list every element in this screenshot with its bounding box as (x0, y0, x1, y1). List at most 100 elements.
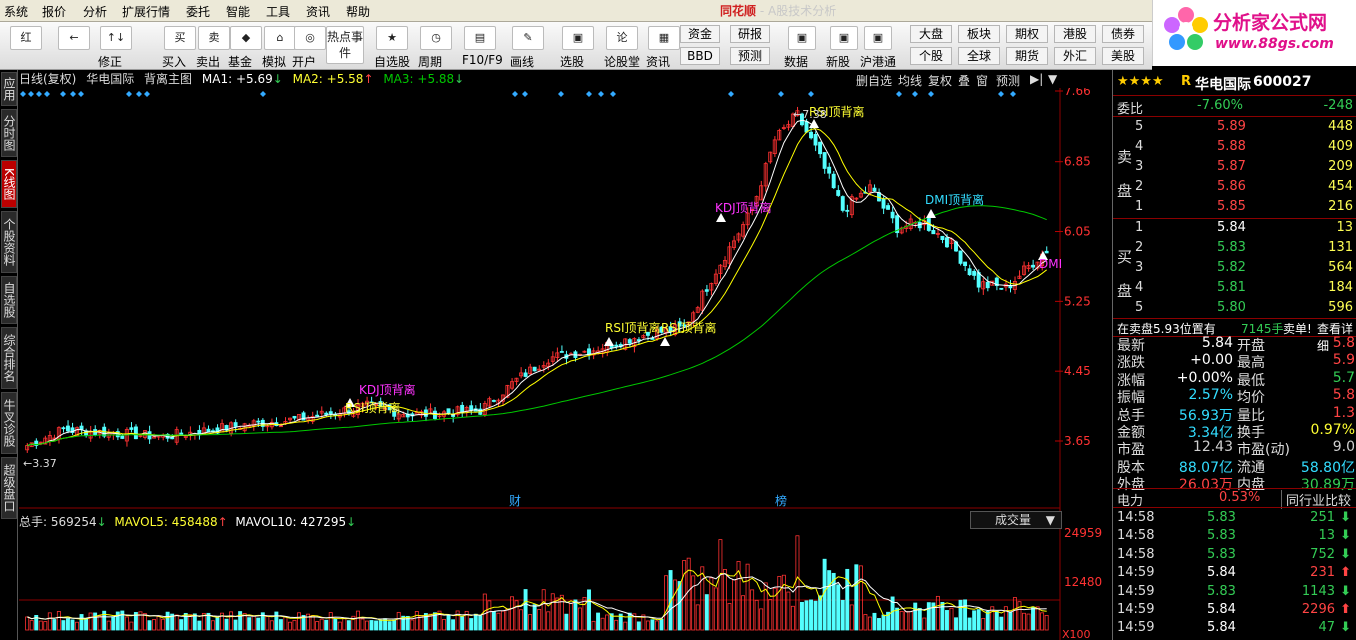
toolbar-button-5[interactable]: ◆ (230, 26, 262, 50)
candle-body (233, 422, 238, 427)
candle-body (809, 131, 813, 139)
toolbar-market-全球[interactable]: 全球 (958, 47, 1000, 65)
chart-tools: 删自选 均线 复权叠窗预测 ▶| ▼ (854, 70, 1060, 88)
toolbar-market-板块[interactable]: 板块 (958, 25, 1000, 43)
toolbar-button-8[interactable]: 热点事件 (326, 26, 364, 64)
kline-chart[interactable]: 7.666.856.055.254.453.65KDJ顶背离RSI顶背离RSI顶… (19, 88, 1112, 640)
toolbar-market-期货[interactable]: 期货 (1006, 47, 1048, 65)
toolbar-market-大盘[interactable]: 大盘 (910, 25, 952, 43)
toolbar-market-期权[interactable]: 期权 (1006, 25, 1048, 43)
stock-code: 600027 (1253, 74, 1312, 90)
bid-row[interactable]: 3 5.82 564 (1113, 258, 1356, 278)
ask-row[interactable]: 3 5.87 209 (1113, 157, 1356, 177)
toolbar-label-3: 买入 (162, 55, 187, 69)
bid-row[interactable]: 1 5.84 13 (1113, 218, 1356, 238)
toolbar-button-6[interactable]: ⌂ (264, 26, 296, 50)
toolbar-button-15[interactable]: ▦ (648, 26, 680, 50)
tick-row: 14:59 5.83 1143 ⬇ (1117, 583, 1351, 599)
dropdown-icon[interactable]: ▼ (1048, 72, 1057, 86)
toolbar-button-9[interactable]: ★ (376, 26, 408, 50)
candle-body (460, 404, 465, 413)
menu-8[interactable]: 帮助 (346, 3, 370, 20)
toolbar-button-13[interactable]: ▣ (562, 26, 594, 50)
toolbar-button-14[interactable]: 论 (606, 26, 638, 50)
sidebar-tab-3[interactable]: 个股资料 (1, 211, 17, 273)
menu-7[interactable]: 资讯 (306, 3, 330, 20)
ask-row[interactable]: 5 5.89 448 (1113, 117, 1356, 137)
ask-row[interactable]: 1 5.85 216 (1113, 197, 1356, 217)
volume-bar (954, 617, 958, 631)
toolbar-button-10[interactable]: ◷ (420, 26, 452, 50)
ask-row[interactable]: 4 5.88 409 (1113, 137, 1356, 157)
ask-row[interactable]: 2 5.86 454 (1113, 177, 1356, 197)
toolbar-market-个股[interactable]: 个股 (910, 47, 952, 65)
divergence-label: KDJ顶背离 (715, 200, 772, 215)
chart-tool-4[interactable]: 窗 (976, 72, 988, 89)
toolbar-grid1-预测[interactable]: 预测 (730, 47, 770, 65)
volume-indicator-select[interactable]: 成交量 ▼ (970, 511, 1062, 529)
toolbar-button-4[interactable]: 卖 (198, 26, 230, 50)
sidebar-tab-2[interactable]: K线图 (1, 160, 17, 208)
menu-6[interactable]: 工具 (266, 3, 290, 20)
menu-5[interactable]: 智能 (226, 3, 250, 20)
volume-bar (491, 611, 496, 631)
candle-body (315, 414, 320, 417)
event-mark-finance[interactable]: 财 (509, 494, 521, 508)
toolbar-market-外汇[interactable]: 外汇 (1054, 47, 1096, 65)
menu-3[interactable]: 扩展行情 (122, 3, 170, 20)
price-tick-label: 7.66 (1064, 88, 1091, 98)
toolbar-hk-button[interactable]: ▣ (864, 26, 892, 50)
toolbar-market-港股[interactable]: 港股 (1054, 25, 1096, 43)
sidebar-tab-4[interactable]: 自选股 (1, 276, 17, 324)
sidebar-tab-6[interactable]: 牛叉诊股 (1, 392, 17, 454)
toolbar-button-3[interactable]: 买 (164, 26, 196, 50)
tick-row: 14:58 5.83 251 ⬇ (1117, 510, 1351, 525)
app-title: 同花顺 - A股技术分析 (720, 4, 837, 18)
toolbar-button-11[interactable]: ▤ (464, 26, 496, 50)
menu-4[interactable]: 委托 (186, 3, 210, 20)
menu-0[interactable]: 系统 (4, 3, 28, 20)
price-tick-label: 5.25 (1064, 294, 1091, 308)
stock-title: ★★★★ R 华电国际 600027 (1113, 72, 1356, 93)
toolbar-button-1[interactable]: ← (58, 26, 90, 50)
bid-row[interactable]: 4 5.81 184 (1113, 278, 1356, 298)
menu-2[interactable]: 分析 (83, 3, 107, 20)
toolbar-label-9: 自选股 (374, 55, 411, 69)
sidebar-tab-5[interactable]: 综合排名 (1, 327, 17, 389)
toolbar-label-10: 周期 (418, 55, 443, 69)
period-label[interactable]: 日线(复权) (19, 72, 76, 86)
volume-bar (278, 619, 283, 631)
chart-tool-0[interactable]: 删自选 (856, 72, 892, 89)
menu-1[interactable]: 报价 (42, 3, 66, 20)
toolbar-new-button[interactable]: ▣ (830, 26, 858, 50)
toolbar-button-7[interactable]: ◎ (294, 26, 326, 50)
volume-bar (809, 599, 813, 631)
event-mark-ranking[interactable]: 榜 (775, 493, 787, 508)
sidebar-tab-7[interactable]: 超级盘口 (1, 457, 17, 519)
sidebar-tab-1[interactable]: 分时图 (1, 109, 17, 157)
sidebar-tab-0[interactable]: 应用 (1, 72, 17, 106)
toolbar-button-0[interactable]: 红 (10, 26, 42, 50)
volume-bar (926, 602, 931, 631)
chart-tool-1[interactable]: 均线 (898, 72, 922, 89)
volume-bar (446, 614, 451, 631)
chart-tool-2[interactable]: 复权 (928, 72, 952, 89)
chart-tool-3[interactable]: 叠 (958, 72, 970, 89)
expand-icon[interactable]: ▶| (1030, 72, 1043, 86)
volume-bar (840, 599, 845, 631)
toolbar-button-2[interactable]: ↑↓ (100, 26, 132, 50)
toolbar-pe-button[interactable]: ▣ (788, 26, 816, 50)
stat-row: 涨跌 +0.00 最高 5.9 (1117, 352, 1355, 372)
bid-row[interactable]: 5 5.80 596 (1113, 298, 1356, 318)
volume-total: 总手: 569254↓ (19, 515, 107, 529)
toolbar-grid1-BBD[interactable]: BBD (680, 47, 720, 65)
bid-row[interactable]: 2 5.83 131 (1113, 238, 1356, 258)
toolbar-market-债券[interactable]: 债券 (1102, 25, 1144, 43)
chart-tool-5[interactable]: 预测 (996, 72, 1020, 89)
toolbar-grid1-研报[interactable]: 研报 (730, 25, 770, 43)
volume-bar (120, 610, 125, 631)
toolbar-grid1-资金[interactable]: 资金 (680, 25, 720, 43)
chart-formula[interactable]: 背离主图 (144, 72, 192, 86)
toolbar-market-美股[interactable]: 美股 (1102, 47, 1144, 65)
toolbar-button-12[interactable]: ✎ (512, 26, 544, 50)
